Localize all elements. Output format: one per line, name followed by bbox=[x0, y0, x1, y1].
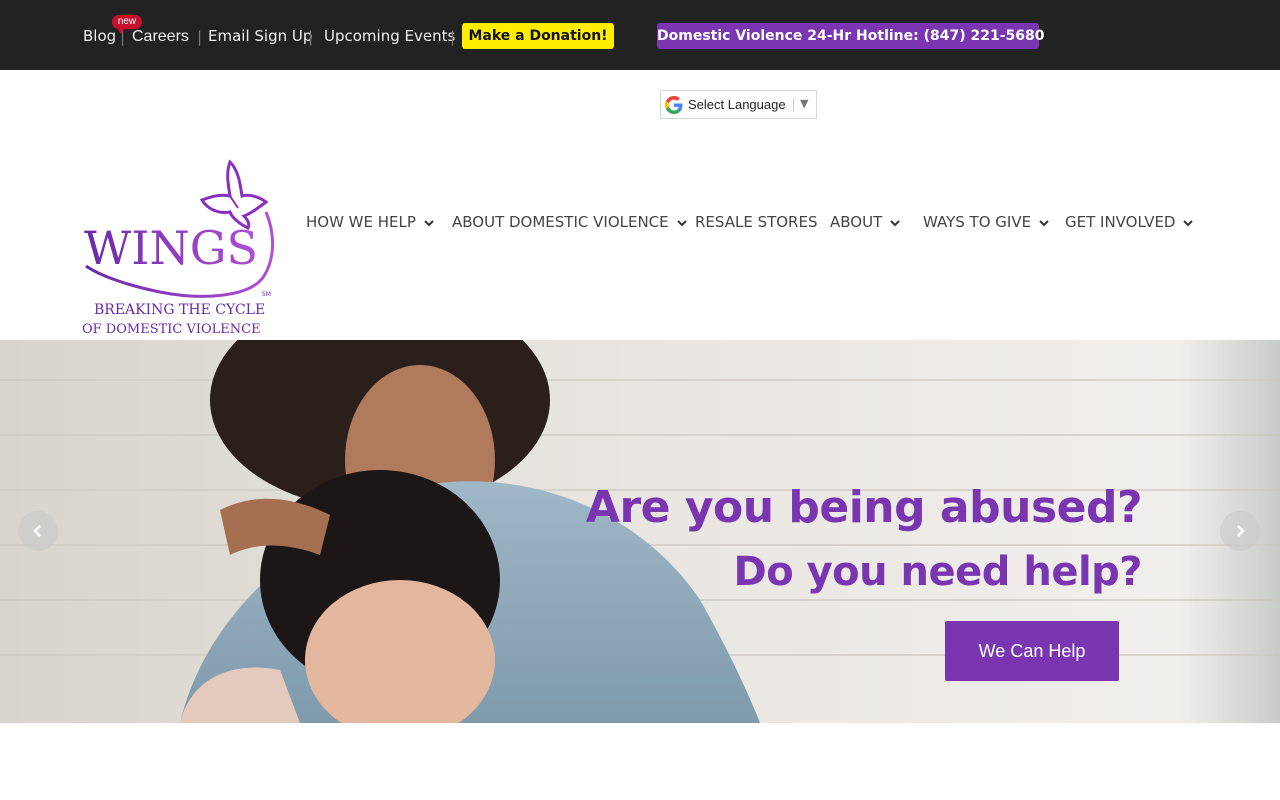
nav-label: ABOUT DOMESTIC VIOLENCE bbox=[452, 213, 669, 231]
divider bbox=[793, 98, 794, 112]
careers-link[interactable]: Careers bbox=[132, 27, 189, 47]
nav-label: RESALE STORES bbox=[695, 213, 818, 231]
separator: | bbox=[197, 28, 203, 46]
chevron-down-icon bbox=[890, 219, 900, 226]
next-slide-button[interactable] bbox=[1220, 511, 1260, 551]
hero-slider: Are you being abused? Do you need help? … bbox=[0, 340, 1280, 723]
butterfly-logo-icon: WINGS SM BREAKING THE CYCLE OF DOMESTIC … bbox=[82, 159, 275, 337]
nav-label: HOW WE HELP bbox=[306, 213, 416, 231]
nav-how-we-help[interactable]: HOW WE HELP bbox=[306, 211, 434, 233]
email-signup-link[interactable]: Email Sign Up bbox=[208, 26, 312, 46]
nav-label: ABOUT bbox=[830, 213, 883, 231]
donate-button[interactable]: Make a Donation! bbox=[462, 23, 614, 49]
dropdown-caret-icon: ▼ bbox=[800, 97, 809, 110]
separator: | bbox=[308, 28, 314, 46]
chevron-down-icon bbox=[676, 219, 687, 226]
nav-label: WAYS TO GIVE bbox=[923, 213, 1032, 231]
nav-get-involved[interactable]: GET INVOLVED bbox=[1065, 211, 1194, 233]
language-label: Select Language bbox=[688, 97, 786, 112]
hero-headline: Are you being abused? bbox=[585, 482, 1143, 533]
logo-wordmark: WINGS bbox=[84, 221, 258, 275]
blog-link[interactable]: Blog bbox=[83, 26, 116, 46]
nav-ways-to-give[interactable]: WAYS TO GIVE bbox=[923, 211, 1049, 233]
chevron-down-icon bbox=[424, 219, 434, 226]
wings-logo[interactable]: WINGS SM BREAKING THE CYCLE OF DOMESTIC … bbox=[80, 156, 280, 338]
chevron-down-icon bbox=[1183, 219, 1194, 226]
nav-resale-stores[interactable]: RESALE STORES bbox=[695, 211, 817, 233]
logo-tagline-1: BREAKING THE CYCLE bbox=[94, 302, 265, 318]
top-bar: Blog | new Careers | Email Sign Up | Upc… bbox=[0, 0, 1280, 70]
we-can-help-button[interactable]: We Can Help bbox=[945, 621, 1119, 681]
chevron-left-icon bbox=[33, 525, 41, 537]
prev-slide-button[interactable] bbox=[18, 511, 58, 551]
google-icon bbox=[665, 96, 683, 114]
upcoming-events-link[interactable]: Upcoming Events bbox=[324, 26, 455, 46]
logo-tagline-2: OF DOMESTIC VIOLENCE bbox=[82, 322, 261, 337]
hero-subheadline: Do you need help? bbox=[733, 549, 1142, 595]
chevron-down-icon bbox=[1039, 219, 1049, 226]
service-mark: SM bbox=[262, 291, 271, 298]
hotline-banner[interactable]: Domestic Violence 24-Hr Hotline: (847) 2… bbox=[657, 23, 1045, 49]
nav-about-domestic-violence[interactable]: ABOUT DOMESTIC VIOLENCE bbox=[452, 211, 687, 233]
nav-about[interactable]: ABOUT bbox=[830, 211, 900, 233]
language-select[interactable]: Select Language ▼ bbox=[660, 90, 817, 119]
separator: | bbox=[450, 28, 456, 46]
nav-label: GET INVOLVED bbox=[1065, 213, 1176, 231]
chevron-right-icon bbox=[1237, 525, 1245, 537]
